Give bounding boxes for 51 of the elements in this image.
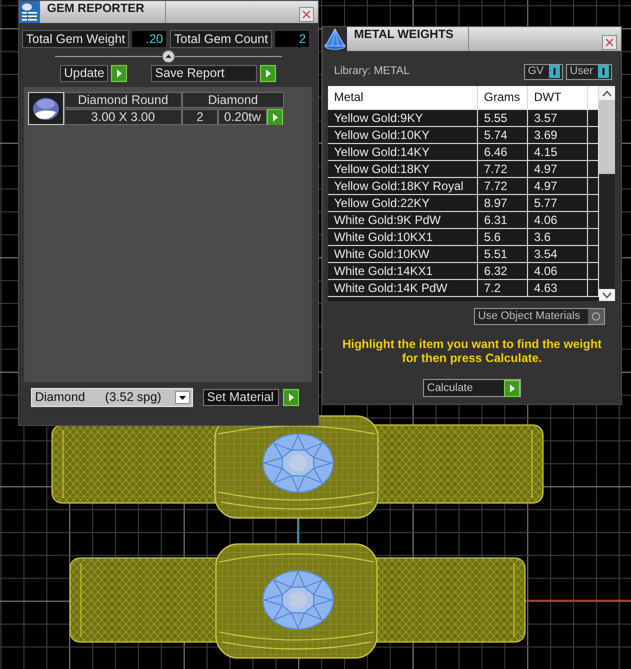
close-icon[interactable] [299,7,314,22]
table-row[interactable]: White Gold:14KX1 6.32 4.06 [328,262,599,279]
gem-wireframe-drawing [262,570,334,630]
gem-icon [28,92,64,125]
total-value: .20 [131,30,168,48]
chevron-down-icon[interactable] [602,292,612,298]
list-icon [19,1,40,23]
table-row[interactable]: White Gold:10KX1 5.6 3.6 [328,228,599,245]
table-row[interactable]: Yellow Gold:9KY 5.55 3.57 [328,109,599,126]
play-icon[interactable] [111,65,127,82]
action-button[interactable]: Save Report [151,65,257,82]
gem-count: 2 [182,109,218,125]
chevron-up-icon[interactable] [602,90,612,96]
play-icon[interactable] [267,109,283,125]
table-row[interactable]: Yellow Gold:18KY Royal 7.72 4.97 [328,177,599,194]
axis-line [297,516,299,546]
object-materials-toggle[interactable]: Use Object Materials [474,308,605,325]
table-row[interactable]: White Gold:14K PdW 7.2 4.63 [328,279,599,296]
gem-size: 3.00 X 3.00 [64,109,182,125]
play-icon[interactable] [283,389,299,406]
calculate-button[interactable]: Calculate [423,379,521,397]
action-button[interactable]: Update [60,65,108,82]
window-title: GEM REPORTER [47,1,146,15]
table-row[interactable]: Yellow Gold:14KY 6.46 4.15 [328,143,599,160]
play-icon[interactable] [260,65,276,82]
collapse-handle-icon[interactable] [162,50,175,62]
table-row[interactable]: Yellow Gold:10KY 5.74 3.69 [328,126,599,143]
table-row[interactable]: White Gold:10KW 5.51 3.54 [328,245,599,262]
library-label: Library: METAL [334,64,410,80]
table-row[interactable]: Yellow Gold:22KY 8.97 5.77 [328,194,599,211]
table-cell: 4.63 [528,280,588,296]
total-value: 2 [274,30,310,48]
toggle-button[interactable]: GV [524,64,563,80]
table-cell: White Gold:14K PdW [328,280,478,296]
set-material-button[interactable]: Set Material [203,389,279,406]
close-icon[interactable] [602,35,617,50]
table-row[interactable]: Yellow Gold:18KY 7.72 4.97 [328,160,599,177]
gem-shape: Diamond Round [64,92,182,108]
total-label: Total Gem Weight [22,30,130,48]
window-title: METAL WEIGHTS [354,27,455,41]
gem-weight: 0.20tw [218,109,267,125]
toggle-button[interactable]: User [566,64,612,80]
total-label: Total Gem Count [170,30,272,48]
material-dropdown[interactable]: Diamond (3.52 spg) [31,388,193,407]
instruction-text: Highlight the item you want to find the weight for then press Calculate. [341,337,603,365]
table-row[interactable]: White Gold:9K PdW 6.31 4.06 [328,211,599,228]
gem-wireframe-drawing [262,433,334,493]
gem-material: Diamond [182,92,284,108]
play-icon [504,380,520,396]
scrollbar-thumb[interactable] [599,100,615,174]
table-cell: 7.2 [478,280,528,296]
